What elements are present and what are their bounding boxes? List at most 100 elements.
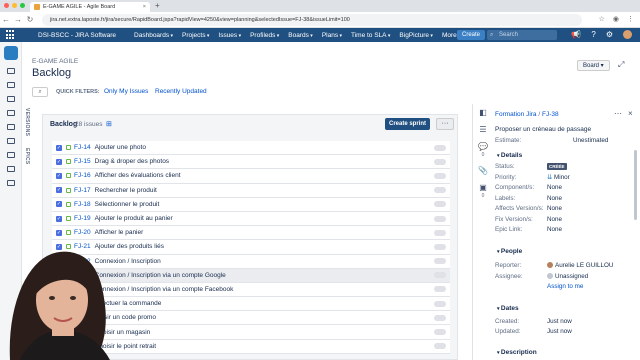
reporter-value[interactable]: Aurelie LE GUILLOU <box>555 262 613 269</box>
filter-recently-updated[interactable]: Recently Updated <box>155 88 207 95</box>
new-tab-icon[interactable]: + <box>155 1 160 10</box>
subtask-icon[interactable]: ▣ <box>479 183 487 192</box>
nav-bigpicture[interactable]: BigPicture <box>399 32 433 39</box>
board-nav-icon[interactable] <box>6 82 15 88</box>
detail-field-value[interactable]: None <box>547 216 562 223</box>
browser-tab-bar: E-GAME AGILE - Agile Board × + <box>0 0 640 12</box>
megaphone-icon[interactable]: 📢 <box>571 30 581 40</box>
crumb-issue[interactable]: FJ-38 <box>542 111 559 118</box>
nav-plans[interactable]: Plans <box>322 32 342 39</box>
estimate-badge <box>434 286 446 293</box>
crumb-project[interactable]: Formation Jira <box>495 111 537 118</box>
backlog-search-input[interactable]: ⌕ <box>32 87 48 97</box>
app-switcher-icon[interactable] <box>6 30 16 40</box>
nav-issues[interactable]: Issues <box>218 32 241 39</box>
status-lozenge[interactable]: CRÉÉE <box>547 163 567 170</box>
settings-gear-icon[interactable]: ⚙ <box>606 30 613 40</box>
story-type-icon <box>66 159 71 165</box>
detail-field-value[interactable]: None <box>547 195 562 202</box>
search-input[interactable]: Search <box>487 30 557 40</box>
nav-boards[interactable]: Boards <box>288 32 313 39</box>
estimate-value[interactable]: Unestimated <box>573 137 608 144</box>
create-button[interactable]: Create <box>457 30 486 40</box>
nav-time-to-sla[interactable]: Time to SLA <box>351 32 390 39</box>
back-icon[interactable]: ← <box>0 15 12 24</box>
dates-section-title[interactable]: Dates <box>497 305 519 312</box>
issue-key[interactable]: FJ-16 <box>74 172 91 179</box>
detail-field-value[interactable]: None <box>547 184 562 191</box>
description-section-title[interactable]: Description <box>497 349 537 356</box>
window-controls[interactable] <box>4 3 25 8</box>
backlog-nav-icon[interactable] <box>6 68 15 74</box>
close-detail-icon[interactable]: × <box>628 109 633 118</box>
extension-icon[interactable]: ◉ <box>613 15 619 23</box>
project-avatar[interactable] <box>3 46 18 60</box>
user-avatar[interactable] <box>623 30 632 39</box>
forward-icon[interactable]: → <box>12 15 24 24</box>
browser-menu-icon[interactable]: ⋮ <box>627 15 634 23</box>
issue-key[interactable]: FJ-14 <box>74 144 91 151</box>
issue-summary[interactable]: Proposer un créneau de passage <box>495 126 591 133</box>
backlog-more-button[interactable]: ··· <box>436 118 454 130</box>
people-section-title[interactable]: People <box>497 248 522 255</box>
issue-key[interactable]: FJ-18 <box>74 201 91 208</box>
quick-filters-label: QUICK FILTERS: <box>56 89 100 95</box>
reports-nav-icon[interactable] <box>6 110 15 116</box>
issue-row[interactable]: ✓ FJ-18 Sélectionner le produit <box>52 197 450 212</box>
detail-field-row: Affects Version/s: None <box>495 205 562 212</box>
attachment-icon[interactable]: 📎 <box>478 166 488 175</box>
story-type-icon <box>66 173 71 179</box>
epics-tab[interactable]: EPICS <box>24 148 30 165</box>
detail-more-icon[interactable]: ⋯ <box>614 109 622 118</box>
issue-row[interactable]: ✓ FJ-16 Afficher des évaluations client <box>52 169 450 184</box>
url-field[interactable]: jira.net.extra.laposte.fr/jira/secure/Ra… <box>42 14 582 26</box>
detail-field-value[interactable]: None <box>547 226 562 233</box>
selected-checkbox-icon[interactable]: ✓ <box>56 144 62 151</box>
browser-tab[interactable]: E-GAME AGILE - Agile Board × <box>30 2 150 12</box>
selected-checkbox-icon[interactable]: ✓ <box>56 229 62 236</box>
selected-checkbox-icon[interactable]: ✓ <box>56 215 62 222</box>
issue-key[interactable]: FJ-19 <box>74 215 91 222</box>
help-icon[interactable]: ? <box>591 30 595 40</box>
estimate-badge <box>434 144 446 151</box>
detail-field-value[interactable]: None <box>547 205 562 212</box>
jira-logo[interactable]: DSI-BSCC - JIRA Software <box>38 32 116 39</box>
components-nav-icon[interactable] <box>6 138 15 144</box>
reload-icon[interactable]: ↻ <box>24 15 36 24</box>
project-name[interactable]: E-GAME AGILE <box>32 58 78 65</box>
create-sprint-button[interactable]: Create sprint <box>385 118 430 130</box>
issue-key[interactable]: FJ-15 <box>74 158 91 165</box>
selected-checkbox-icon[interactable]: ✓ <box>56 187 62 194</box>
details-section-title[interactable]: Details <box>497 152 522 159</box>
issue-key[interactable]: FJ-17 <box>74 187 91 194</box>
priority-value[interactable]: Minor <box>554 174 570 181</box>
details-icon[interactable]: ◧ <box>479 108 487 117</box>
pages-nav-icon[interactable] <box>6 152 15 158</box>
assignee-value[interactable]: Unassigned <box>555 273 588 280</box>
issues-nav-icon[interactable] <box>6 124 15 130</box>
filter-only-my-issues[interactable]: Only My Issues <box>104 88 148 95</box>
selected-checkbox-icon[interactable]: ✓ <box>56 172 62 179</box>
more-options-icon[interactable]: ⤢ <box>618 60 624 70</box>
bookmark-star-icon[interactable]: ☆ <box>599 15 605 23</box>
comment-icon[interactable]: 💬 <box>478 142 488 151</box>
versions-tab[interactable]: VERSIONS <box>24 108 30 136</box>
issue-row[interactable]: ✓ FJ-15 Drag & droper des photos <box>52 155 450 170</box>
issue-row[interactable]: ✓ FJ-17 Rechercher le produit <box>52 183 450 198</box>
description-icon[interactable]: ☰ <box>479 125 486 134</box>
selected-checkbox-icon[interactable]: ✓ <box>56 158 62 165</box>
nav-dashboards[interactable]: Dashboards <box>134 32 173 39</box>
nav-profileds[interactable]: Profileds <box>250 32 279 39</box>
board-dropdown[interactable]: Board <box>577 60 610 71</box>
selected-checkbox-icon[interactable]: ✓ <box>56 201 62 208</box>
issue-key[interactable]: FJ-20 <box>74 229 91 236</box>
close-tab-icon[interactable]: × <box>143 4 146 10</box>
shortcut-nav-icon[interactable] <box>6 166 15 172</box>
assign-to-me-link[interactable]: Assign to me <box>547 283 583 290</box>
issue-row[interactable]: ✓ FJ-14 Ajouter une photo <box>52 141 450 156</box>
nav-projects[interactable]: Projects <box>182 32 209 39</box>
issue-row[interactable]: ✓ FJ-19 Ajouter le produit au panier <box>52 211 450 227</box>
releases-nav-icon[interactable] <box>6 96 15 102</box>
settings-nav-icon[interactable] <box>6 180 15 186</box>
detail-scrollbar[interactable] <box>634 150 637 220</box>
